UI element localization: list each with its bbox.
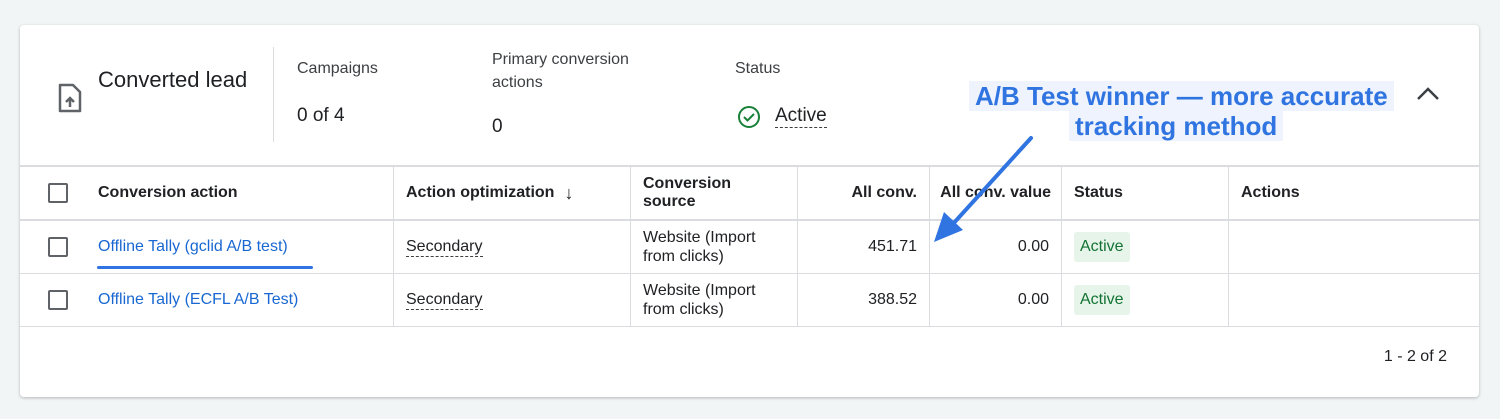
annotation-arrow-icon bbox=[934, 136, 1033, 242]
